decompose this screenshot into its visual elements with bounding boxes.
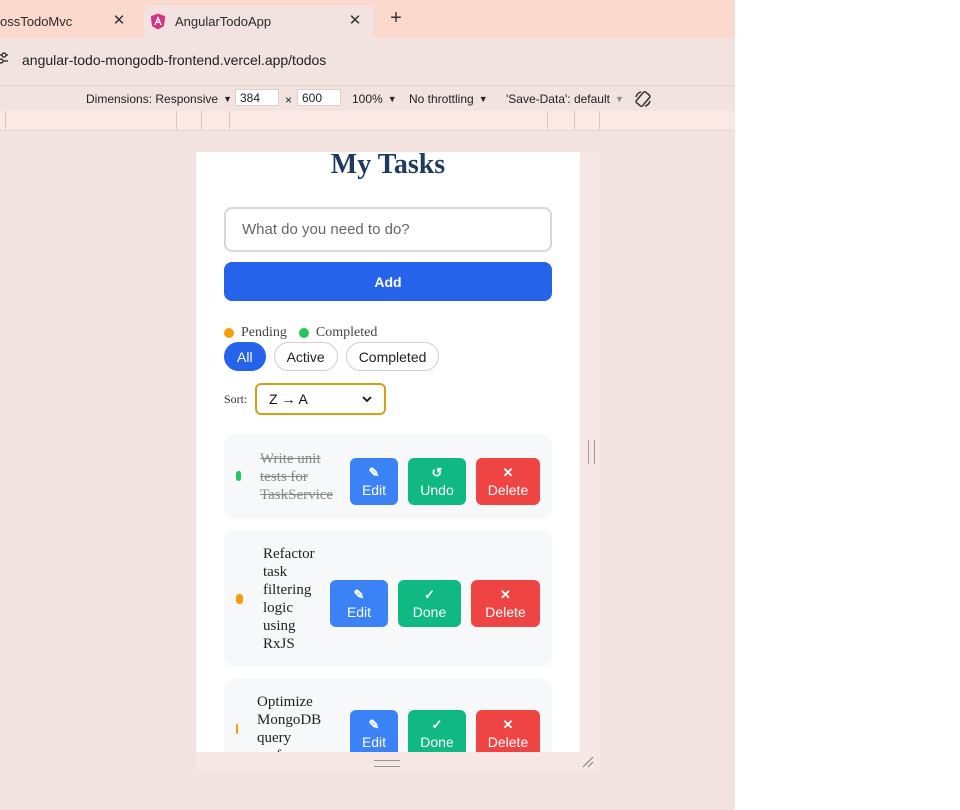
close-icon: ✕ (502, 464, 514, 480)
media-query-bar[interactable] (0, 111, 735, 131)
corner-resize-icon[interactable] (582, 756, 594, 768)
sort-value: Z → A (269, 391, 308, 407)
media-query-marker[interactable] (547, 111, 548, 130)
filter-all-button[interactable]: All (224, 342, 266, 371)
completed-dot (298, 328, 309, 338)
caret-down-icon: ▼ (614, 94, 624, 104)
pencil-icon: ✎ (368, 464, 380, 480)
task-text: Write unit tests for TaskService (260, 451, 334, 503)
dimensions-dropdown[interactable]: Dimensions: Responsive ▼ (86, 92, 232, 106)
new-task-input[interactable] (224, 207, 552, 252)
site-settings-icon[interactable] (0, 52, 8, 64)
media-query-marker[interactable] (5, 111, 6, 130)
dimensions-label: Dimensions: Responsive (86, 92, 219, 106)
media-query-marker[interactable] (201, 111, 202, 130)
done-button[interactable]: ✓ Done (398, 580, 461, 627)
filter-group: All Active Completed (224, 342, 440, 371)
tab-todomvc[interactable]: ossTodoMvc ✕ (0, 5, 140, 38)
tab-title: AngularTodoApp (175, 14, 272, 29)
close-tab-icon[interactable]: ✕ (346, 12, 364, 30)
pending-dot (224, 328, 234, 338)
task-card: Optimize MongoDB query performance ✎ Edi… (224, 679, 552, 752)
viewport-height-input[interactable]: 600 (297, 89, 341, 106)
viewport-width-input[interactable]: 384 (235, 89, 279, 106)
legend-pending: Pending (241, 325, 287, 340)
legend-completed: Completed (315, 325, 378, 340)
caret-down-icon: ▼ (387, 94, 397, 104)
sort-select[interactable]: Z → A (255, 383, 386, 415)
media-query-marker[interactable] (574, 111, 575, 130)
rotate-device-icon[interactable] (633, 89, 653, 109)
angular-logo-icon (150, 13, 166, 30)
caret-down-icon: ▼ (478, 94, 488, 104)
check-icon: ✓ (431, 716, 443, 732)
throttling-dropdown[interactable]: No throttling ▼ (409, 92, 488, 106)
close-tab-icon[interactable]: ✕ (110, 12, 128, 30)
devtools-device-toolbar: Dimensions: Responsive ▼ 384 × 600 100% … (0, 85, 735, 112)
save-data-dropdown[interactable]: 'Save-Data': default ▼ (506, 92, 624, 106)
delete-button[interactable]: ✕ Delete (471, 580, 540, 627)
undo-button[interactable]: ↺ Undo (408, 458, 466, 505)
address-bar[interactable]: angular-todo-mongodb-frontend.vercel.app… (0, 38, 735, 78)
caret-down-icon: ▼ (223, 94, 232, 104)
throttling-label: No throttling (409, 92, 474, 106)
completed-status-dot (236, 471, 241, 481)
page-title: My Tasks (330, 152, 446, 180)
tab-strip: ossTodoMvc ✕ AngularTodoApp ✕ + (0, 0, 735, 38)
url-text[interactable]: angular-todo-mongodb-frontend.vercel.app… (22, 52, 326, 68)
device-viewport: My Tasks Add Pending Completed All Activ… (196, 152, 580, 752)
done-button[interactable]: ✓ Done (408, 710, 466, 752)
pending-status-dot (236, 594, 243, 604)
tab-angular-todo-app[interactable]: AngularTodoApp ✕ (144, 5, 374, 38)
add-task-button[interactable]: Add (224, 262, 552, 301)
pencil-icon: ✎ (368, 716, 380, 732)
save-data-label: 'Save-Data': default (506, 92, 610, 106)
media-query-marker[interactable] (176, 111, 177, 130)
edit-button[interactable]: ✎ Edit (350, 710, 398, 752)
sort-label: Sort: (224, 392, 248, 406)
times-sign: × (285, 93, 293, 107)
resize-grip-icon (588, 440, 595, 464)
delete-button[interactable]: ✕ Delete (476, 458, 540, 505)
edit-button[interactable]: ✎ Edit (330, 580, 388, 627)
media-query-marker[interactable] (229, 111, 230, 130)
new-tab-icon[interactable]: + (386, 8, 406, 28)
zoom-label: 100% (352, 92, 383, 106)
task-text: Optimize MongoDB query performance (257, 694, 333, 752)
close-icon: ✕ (500, 586, 511, 602)
tab-title: ossTodoMvc (0, 14, 73, 29)
close-icon: ✕ (502, 716, 514, 732)
task-text: Refactor task filtering logic using RxJS (263, 546, 315, 652)
check-icon: ✓ (424, 586, 435, 602)
task-card: Write unit tests for TaskService ✎ Edit … (224, 434, 552, 519)
task-card: Refactor task filtering logic using RxJS… (224, 531, 552, 666)
pending-status-dot (236, 724, 238, 734)
viewport-resize-handle-bottom[interactable] (196, 752, 600, 772)
media-query-marker[interactable] (599, 111, 600, 130)
edit-button[interactable]: ✎ Edit (350, 458, 398, 505)
status-legend: Pending Completed (224, 325, 377, 341)
resize-grip-icon (374, 760, 400, 767)
filter-active-button[interactable]: Active (273, 342, 338, 371)
viewport-resize-handle-right[interactable] (580, 152, 600, 752)
zoom-dropdown[interactable]: 100% ▼ (352, 92, 397, 106)
chevron-down-icon (362, 396, 372, 403)
filter-completed-button[interactable]: Completed (345, 342, 440, 371)
delete-button[interactable]: ✕ Delete (476, 710, 540, 752)
pencil-icon: ✎ (353, 586, 365, 602)
browser-window: ossTodoMvc ✕ AngularTodoApp ✕ + angular-… (0, 0, 735, 810)
undo-icon: ↺ (431, 464, 443, 480)
